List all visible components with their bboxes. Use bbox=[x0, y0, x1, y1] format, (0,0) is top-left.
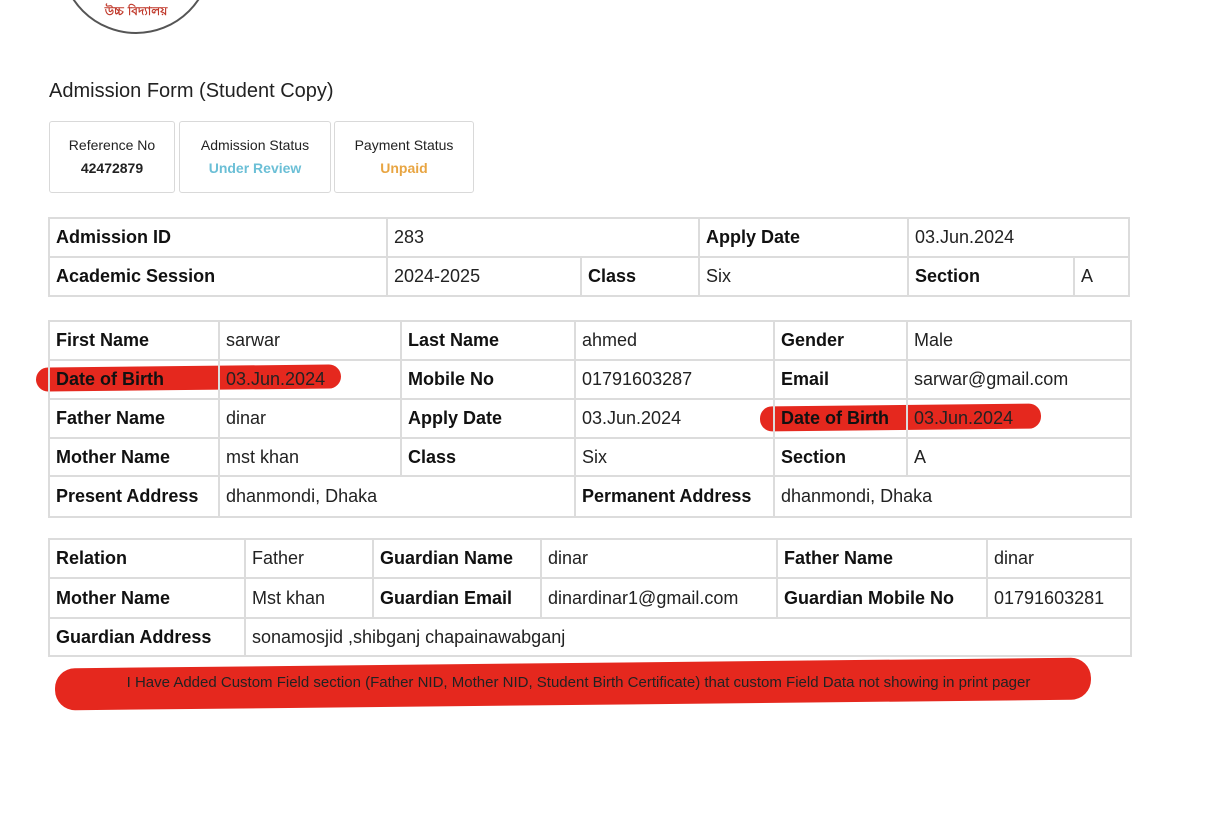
payment-status-card: Payment Status Unpaid bbox=[334, 121, 474, 193]
admission-id-value: 283 bbox=[385, 217, 701, 258]
class-label: Class bbox=[579, 256, 701, 297]
table-row: Admission ID 283 Apply Date 03.Jun.2024 bbox=[48, 217, 1131, 258]
permanent-address-label: Permanent Address bbox=[574, 475, 775, 518]
guardian-name-label: Guardian Name bbox=[372, 538, 542, 579]
admission-id-label: Admission ID bbox=[48, 217, 388, 258]
table-row: Academic Session 2024-2025 Class Six Sec… bbox=[48, 256, 1131, 297]
mother-name-label: Mother Name bbox=[48, 437, 220, 477]
present-address-label: Present Address bbox=[48, 475, 220, 518]
student-table: First Name sarwar Last Name ahmed Gender… bbox=[48, 320, 1132, 518]
section-value: A bbox=[1073, 256, 1131, 297]
permanent-address-value: dhanmondi, Dhaka bbox=[773, 475, 1132, 518]
table-row: First Name sarwar Last Name ahmed Gender… bbox=[48, 320, 1132, 361]
table-row: Guardian Address sonamosjid ,shibganj ch… bbox=[48, 617, 1132, 657]
payment-status-value: Unpaid bbox=[380, 160, 428, 176]
guardian-email-label: Guardian Email bbox=[372, 577, 542, 619]
section-value: A bbox=[906, 437, 1132, 477]
guardian-mobile-value: 01791603281 bbox=[986, 577, 1132, 619]
guardian-email-value: dinardinar1@gmail.com bbox=[540, 577, 778, 619]
father-name-label: Father Name bbox=[48, 398, 220, 439]
guardian-name-value: dinar bbox=[540, 538, 778, 579]
email-label: Email bbox=[773, 359, 908, 400]
guardian-address-label: Guardian Address bbox=[48, 617, 246, 657]
page-title: Admission Form (Student Copy) bbox=[49, 80, 334, 102]
reference-value: 42472879 bbox=[80, 160, 144, 176]
dob2-value: 03.Jun.2024 bbox=[906, 398, 1132, 439]
admission-status-label: Admission Status bbox=[200, 137, 310, 153]
annotation-note: I Have Added Custom Field section (Fathe… bbox=[126, 674, 1031, 691]
reference-card: Reference No 42472879 bbox=[49, 121, 175, 193]
table-row: Relation Father Guardian Name dinar Fath… bbox=[48, 538, 1132, 579]
father-name-value: dinar bbox=[986, 538, 1132, 579]
table-row: Date of Birth 03.Jun.2024 Mobile No 0179… bbox=[48, 359, 1132, 400]
dob-label: Date of Birth bbox=[48, 359, 220, 400]
admission-status-card: Admission Status Under Review bbox=[179, 121, 331, 193]
class-value: Six bbox=[698, 256, 910, 297]
table-row: Mother Name mst khan Class Six Section A bbox=[48, 437, 1132, 477]
father-name-label: Father Name bbox=[776, 538, 988, 579]
father-name-value: dinar bbox=[218, 398, 402, 439]
dob-value: 03.Jun.2024 bbox=[218, 359, 402, 400]
table-row: Mother Name Mst khan Guardian Email dina… bbox=[48, 577, 1132, 619]
admission-table: Admission ID 283 Apply Date 03.Jun.2024 … bbox=[48, 217, 1131, 297]
section-label: Section bbox=[773, 437, 908, 477]
guardian-table: Relation Father Guardian Name dinar Fath… bbox=[48, 538, 1132, 657]
first-name-value: sarwar bbox=[218, 320, 402, 361]
apply-date-label: Apply Date bbox=[698, 217, 910, 258]
present-address-value: dhanmondi, Dhaka bbox=[218, 475, 576, 518]
table-row: Father Name dinar Apply Date 03.Jun.2024… bbox=[48, 398, 1132, 439]
section-label: Section bbox=[907, 256, 1076, 297]
apply-date-label: Apply Date bbox=[400, 398, 576, 439]
mother-name-value: mst khan bbox=[218, 437, 402, 477]
reference-label: Reference No bbox=[68, 137, 156, 153]
last-name-value: ahmed bbox=[574, 320, 775, 361]
admission-status-value: Under Review bbox=[208, 160, 302, 176]
apply-date-value: 03.Jun.2024 bbox=[907, 217, 1131, 258]
academic-session-label: Academic Session bbox=[48, 256, 388, 297]
school-logo-text: উচ্চ বিদ্যালয় bbox=[104, 4, 168, 18]
table-row: Present Address dhanmondi, Dhaka Permane… bbox=[48, 475, 1132, 518]
relation-label: Relation bbox=[48, 538, 246, 579]
first-name-label: First Name bbox=[48, 320, 220, 361]
last-name-label: Last Name bbox=[400, 320, 576, 361]
academic-session-value: 2024-2025 bbox=[386, 256, 582, 297]
class-label: Class bbox=[400, 437, 576, 477]
relation-value: Father bbox=[244, 538, 374, 579]
guardian-mobile-label: Guardian Mobile No bbox=[776, 577, 988, 619]
dob2-label: Date of Birth bbox=[773, 398, 908, 439]
apply-date-value: 03.Jun.2024 bbox=[574, 398, 775, 439]
mother-name-label: Mother Name bbox=[48, 577, 246, 619]
email-value: sarwar@gmail.com bbox=[906, 359, 1132, 400]
gender-label: Gender bbox=[773, 320, 908, 361]
guardian-address-value: sonamosjid ,shibganj chapainawabganj bbox=[244, 617, 1132, 657]
gender-value: Male bbox=[906, 320, 1132, 361]
payment-status-label: Payment Status bbox=[354, 137, 454, 153]
mobile-label: Mobile No bbox=[400, 359, 576, 400]
mother-name-value: Mst khan bbox=[244, 577, 374, 619]
mobile-value: 01791603287 bbox=[574, 359, 775, 400]
school-logo: উচ্চ বিদ্যালয় bbox=[60, 0, 212, 34]
class-value: Six bbox=[574, 437, 775, 477]
